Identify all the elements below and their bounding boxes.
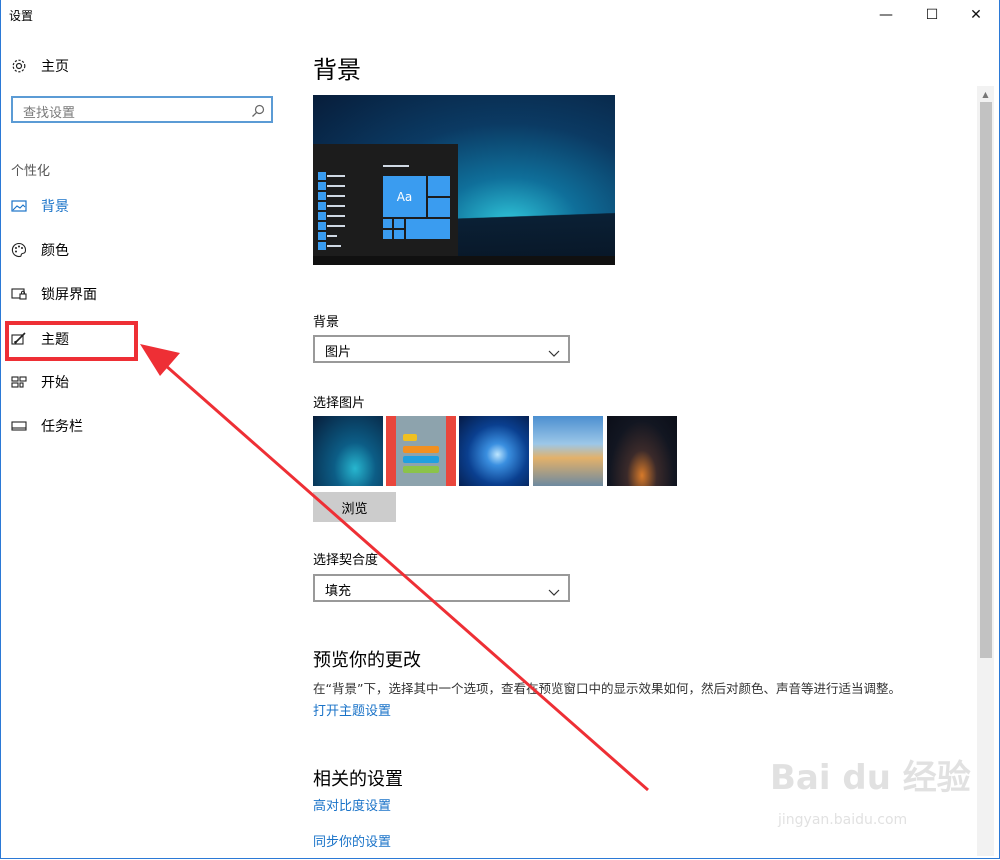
baidu-watermark: Bai du 经验 jingyan.baidu.com bbox=[770, 750, 971, 840]
watermark-url: jingyan.baidu.com bbox=[778, 812, 908, 828]
watermark-brand: Bai du 经验 bbox=[770, 758, 971, 798]
annotation-arrow bbox=[140, 344, 649, 792]
